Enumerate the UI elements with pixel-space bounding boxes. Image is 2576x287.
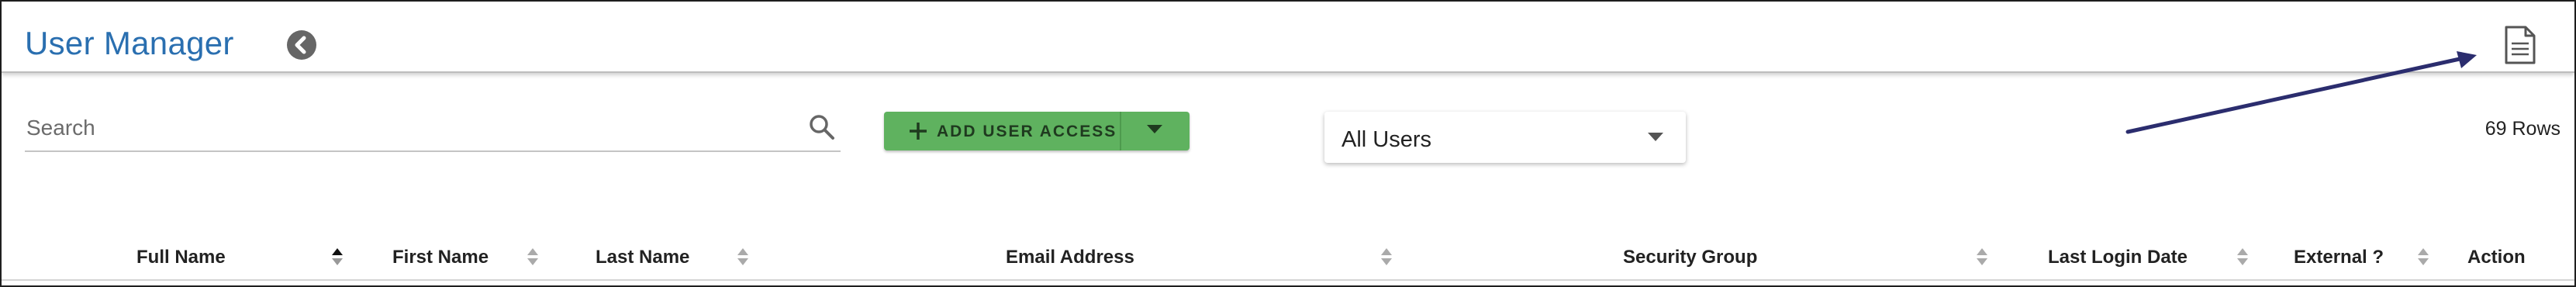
sort-icon[interactable]	[527, 247, 539, 267]
sort-icon[interactable]	[2236, 247, 2249, 267]
search-field	[25, 109, 841, 152]
column-header-action: Action	[2467, 247, 2526, 268]
column-header-last-login-date[interactable]: Last Login Date	[2048, 247, 2188, 268]
caret-down-icon	[1648, 133, 1663, 141]
sort-ascending-icon[interactable]	[331, 247, 344, 267]
user-filter-select[interactable]: All Users	[1324, 112, 1686, 163]
add-user-access-menu-button[interactable]	[1121, 112, 1190, 150]
column-header-full-name[interactable]: Full Name	[136, 247, 226, 268]
sort-icon[interactable]	[2417, 247, 2429, 267]
column-header-security-group[interactable]: Security Group	[1623, 247, 1757, 268]
column-header-last-name[interactable]: Last Name	[596, 247, 689, 268]
row-count: 69 Rows	[2484, 118, 2560, 140]
document-icon	[2505, 26, 2536, 64]
search-icon[interactable]	[806, 112, 837, 143]
sort-icon[interactable]	[1380, 247, 1393, 267]
column-header-email-address[interactable]: Email Address	[1006, 247, 1134, 268]
column-header-external[interactable]: External ?	[2294, 247, 2384, 268]
caret-down-icon	[1147, 125, 1162, 133]
chevron-left-icon	[295, 36, 306, 54]
page-header: User Manager	[2, 2, 2574, 73]
sort-icon[interactable]	[737, 247, 749, 267]
plus-icon	[910, 123, 927, 140]
add-user-access-label: ADD USER ACCESS	[937, 123, 1117, 140]
table-header-divider	[2, 279, 2574, 281]
export-document-button[interactable]	[2503, 25, 2537, 65]
add-user-access-split-button: ADD USER ACCESS	[884, 112, 1190, 150]
add-user-access-button[interactable]: ADD USER ACCESS	[884, 112, 1120, 150]
column-header-first-name[interactable]: First Name	[392, 247, 489, 268]
search-input[interactable]	[25, 112, 788, 144]
page-title: User Manager	[25, 25, 234, 61]
back-button[interactable]	[287, 30, 316, 60]
sort-icon[interactable]	[1976, 247, 1988, 267]
user-filter-value: All Users	[1342, 127, 1432, 152]
